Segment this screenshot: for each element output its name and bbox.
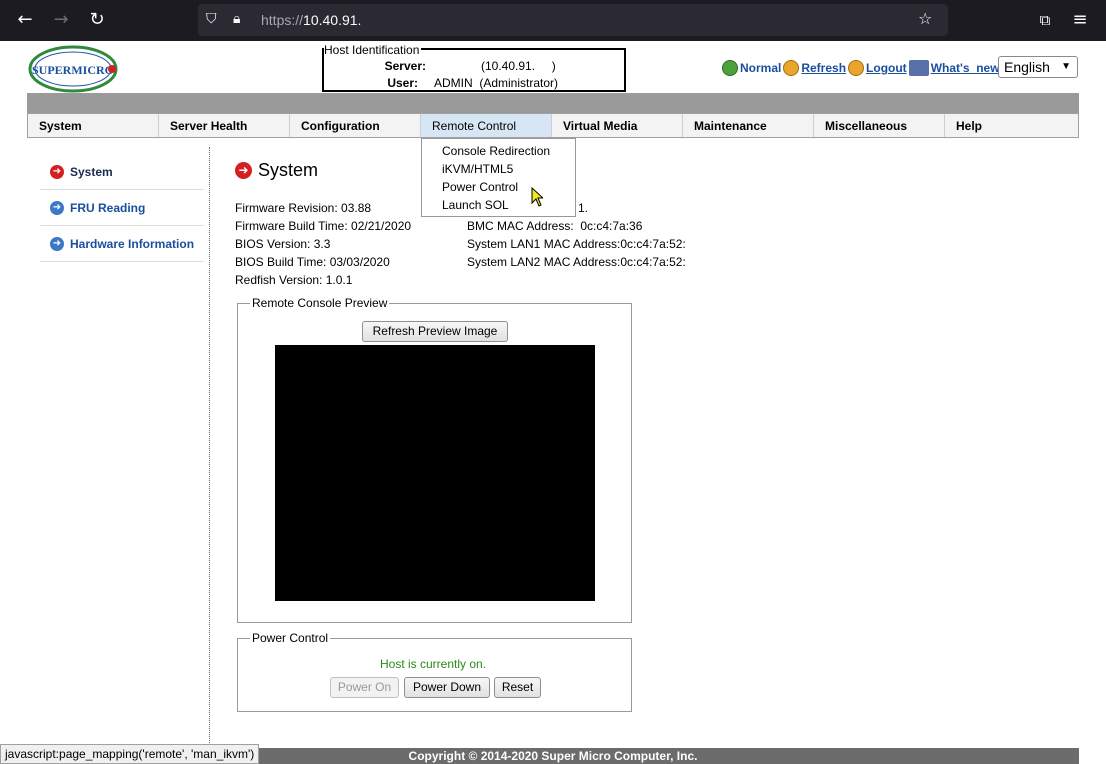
url-bar[interactable]: ⛉ 🔒︎ https://10.40.91. ☆	[198, 4, 948, 36]
lan1-mac-address: System LAN1 MAC Address:0c:c4:7a:52:	[467, 237, 686, 251]
browser-toolbar: ← → ↻ ⛉ 🔒︎ https://10.40.91. ☆ ⧉ ≡	[0, 0, 1106, 41]
sidebar-divider	[209, 147, 210, 743]
check-icon	[722, 60, 738, 76]
page-title: ➜ System	[235, 160, 318, 181]
remote-control-dropdown: Console Redirection iKVM/HTML5 Power Con…	[421, 138, 576, 217]
menu-help[interactable]: Help	[945, 114, 1076, 137]
refresh-icon	[783, 60, 800, 76]
menu-icon[interactable]: ≡	[1068, 8, 1092, 32]
bios-version: BIOS Version: 3.3	[235, 237, 331, 251]
dropdown-launch-sol[interactable]: Launch SOL	[442, 198, 509, 212]
sidebar-item-label: FRU Reading	[70, 200, 146, 215]
page: SUPERMICRO Host Identification Server: (…	[0, 41, 1106, 764]
menu-server-health[interactable]: Server Health	[159, 114, 290, 137]
host-identification-legend: Host Identification	[324, 43, 422, 57]
bmc-mac-address: BMC MAC Address: 0c:c4:7a:36	[467, 219, 643, 233]
sidebar-item-hardware-information[interactable]: ➜ Hardware Information	[40, 226, 204, 262]
top-links: Normal Refresh Logout What's_new	[722, 57, 1002, 79]
logout-icon	[848, 60, 865, 76]
lan2-mac-address: System LAN2 MAC Address:0c:c4:7a:52:	[467, 255, 686, 269]
power-control: Power Control	[237, 631, 632, 712]
menu-virtual-media[interactable]: Virtual Media	[552, 114, 683, 137]
dropdown-power-control[interactable]: Power Control	[442, 180, 518, 194]
sidebar-item-fru-reading[interactable]: ➜ FRU Reading	[40, 190, 204, 226]
logo-text: SUPERMICRO	[32, 63, 114, 77]
firmware-build-time: Firmware Build Time: 02/21/2020	[235, 219, 412, 233]
arrow-right-icon: ➜	[50, 200, 64, 215]
reload-icon[interactable]: ↻	[85, 8, 109, 32]
whats-new-link[interactable]: What's_new	[908, 60, 1000, 76]
forward-icon[interactable]: →	[49, 8, 73, 32]
sidebar-item-label: Hardware Information	[70, 236, 195, 251]
server-value: (10.40.91. )	[481, 59, 556, 73]
ip-address-partial: 1.	[578, 201, 589, 215]
chevron-down-icon: ▼	[1061, 61, 1071, 72]
menu-remote-control[interactable]: Remote Control	[421, 114, 552, 137]
arrow-right-icon: ➜	[50, 164, 64, 179]
redfish-version: Redfish Version: 1.0.1	[235, 273, 353, 287]
menu-maintenance[interactable]: Maintenance	[683, 114, 814, 137]
user-value: ADMIN (Administrator)	[434, 76, 559, 90]
reset-button[interactable]: Reset	[494, 677, 541, 698]
shield-icon[interactable]: ⛉	[206, 11, 217, 27]
menu-miscellaneous[interactable]: Miscellaneous	[814, 114, 945, 137]
refresh-link[interactable]: Refresh	[783, 60, 846, 76]
main-menu: System Server Health Configuration Remot…	[27, 113, 1079, 138]
url-text[interactable]: https://10.40.91.	[261, 12, 361, 28]
user-label: User:	[387, 76, 418, 90]
status-bar-link-preview: javascript:page_mapping('remote', 'man_i…	[0, 744, 260, 764]
supermicro-logo: SUPERMICRO	[28, 45, 118, 93]
sidebar-item-label: System	[70, 164, 113, 179]
power-down-button[interactable]: Power Down	[404, 677, 490, 698]
language-value: English	[1004, 59, 1050, 75]
console-preview-image[interactable]	[275, 345, 595, 601]
remote-console-preview-legend: Remote Console Preview	[252, 296, 388, 310]
power-control-legend: Power Control	[252, 631, 329, 645]
logout-link[interactable]: Logout	[848, 60, 907, 76]
arrow-right-icon: ➜	[235, 162, 252, 179]
host-status: Host is currently on.	[380, 657, 487, 671]
arrow-right-icon: ➜	[50, 236, 64, 251]
menu-configuration[interactable]: Configuration	[290, 114, 421, 137]
header-divider-bar	[27, 93, 1079, 113]
monitor-icon	[908, 60, 929, 76]
extensions-icon[interactable]: ⧉	[1033, 8, 1057, 32]
normal-status[interactable]: Normal	[722, 60, 781, 76]
page-title-text: System	[258, 160, 319, 180]
bios-build-time: BIOS Build Time: 03/03/2020	[235, 255, 390, 269]
dropdown-ikvm-html5[interactable]: iKVM/HTML5	[442, 162, 513, 176]
server-label: Server:	[384, 59, 426, 73]
refresh-preview-button[interactable]: Refresh Preview Image	[362, 321, 508, 342]
bookmark-star-icon[interactable]: ☆	[918, 9, 932, 28]
dropdown-console-redirection[interactable]: Console Redirection	[442, 144, 550, 158]
firmware-revision: Firmware Revision: 03.88	[235, 201, 372, 215]
mouse-pointer-icon	[531, 187, 543, 207]
lock-icon[interactable]: 🔒︎	[233, 11, 240, 27]
language-select[interactable]: English ▼	[998, 56, 1078, 78]
back-icon[interactable]: ←	[13, 8, 37, 32]
menu-system[interactable]: System	[28, 114, 159, 137]
host-identification: Host Identification Server: (10.40.91. )…	[322, 43, 626, 92]
sidebar-item-system[interactable]: ➜ System	[40, 154, 204, 190]
power-on-button[interactable]: Power On	[330, 677, 399, 698]
sidebar: ➜ System ➜ FRU Reading ➜ Hardware Inform…	[40, 154, 204, 262]
